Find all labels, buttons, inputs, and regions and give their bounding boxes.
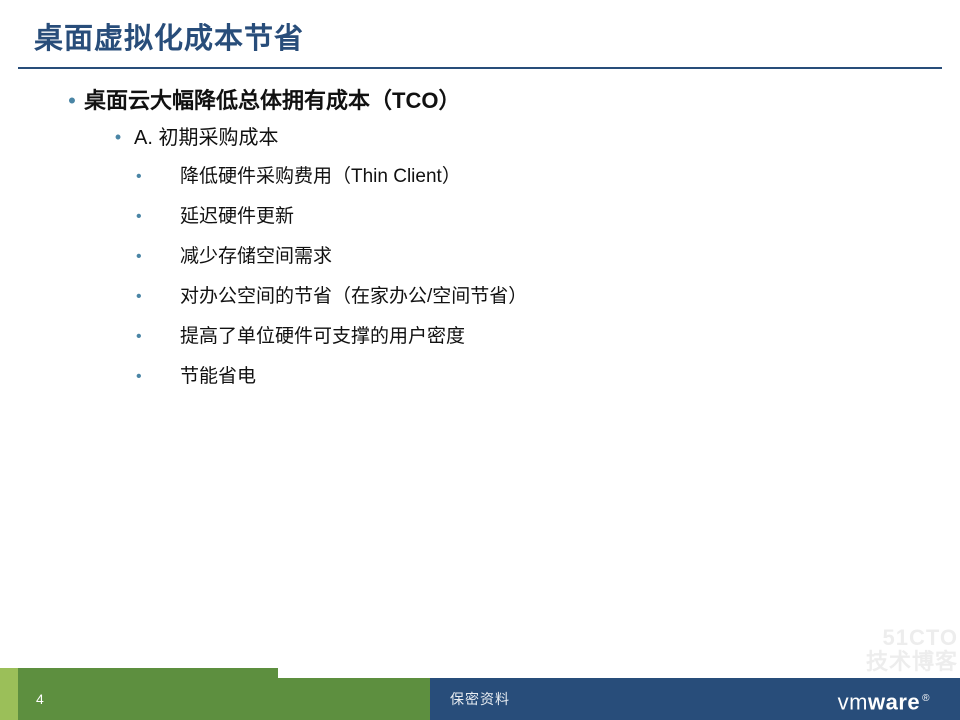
bullet-dot-icon: •	[126, 163, 180, 191]
bullet-level3: • 节能省电	[126, 363, 920, 391]
bullet-dot-icon: •	[126, 203, 180, 231]
bullet-level3-text: 节能省电	[180, 363, 256, 391]
slide-title: 桌面虚拟化成本节省	[0, 0, 960, 67]
bullet-level3-text: 减少存储空间需求	[180, 243, 332, 271]
bullet-level2: • A. 初期采购成本	[106, 123, 920, 153]
slide-content: • 桌面云大幅降低总体拥有成本（TCO） • A. 初期采购成本 • 降低硬件采…	[0, 69, 960, 391]
bullet-dot-icon: •	[106, 123, 130, 151]
bullet-dot-icon: •	[126, 243, 180, 271]
bullet-level3: • 提高了单位硬件可支撑的用户密度	[126, 323, 920, 351]
logo-vm: vm	[838, 689, 868, 714]
bullet-dot-icon: •	[126, 283, 180, 311]
bullet-level3: • 延迟硬件更新	[126, 203, 920, 231]
slide: 桌面虚拟化成本节省 • 桌面云大幅降低总体拥有成本（TCO） • A. 初期采购…	[0, 0, 960, 720]
bullet-level3-text: 降低硬件采购费用（Thin Client）	[180, 163, 461, 191]
footer-lip	[0, 668, 278, 678]
bullet-dot-icon: •	[126, 323, 180, 351]
logo-ware: ware	[868, 689, 920, 714]
watermark-line1: 51CTO	[866, 626, 958, 650]
bullet-dot-icon: •	[126, 363, 180, 391]
footer: 4 保密资料 vmware®	[0, 678, 960, 720]
bullet-level3-text: 延迟硬件更新	[180, 203, 294, 231]
vmware-logo: vmware®	[838, 678, 930, 720]
bullet-level3-text: 对办公空间的节省（在家办公/空间节省）	[180, 283, 527, 311]
classification-label: 保密资料	[0, 678, 960, 720]
registered-icon: ®	[922, 693, 930, 704]
bullet-level3: • 对办公空间的节省（在家办公/空间节省）	[126, 283, 920, 311]
bullet-level1-text: 桌面云大幅降低总体拥有成本（TCO）	[84, 87, 460, 115]
bullet-level3-text: 提高了单位硬件可支撑的用户密度	[180, 323, 465, 351]
bullet-dot-icon: •	[60, 87, 84, 115]
footer-lip-accent	[0, 668, 18, 678]
bullet-level3: • 减少存储空间需求	[126, 243, 920, 271]
bullet-level1: • 桌面云大幅降低总体拥有成本（TCO）	[60, 87, 920, 115]
watermark-line2: 技术博客	[866, 650, 958, 674]
bullet-level3: • 降低硬件采购费用（Thin Client）	[126, 163, 920, 191]
watermark: 51CTO 技术博客	[866, 626, 958, 674]
bullet-level2-text: A. 初期采购成本	[134, 123, 278, 153]
